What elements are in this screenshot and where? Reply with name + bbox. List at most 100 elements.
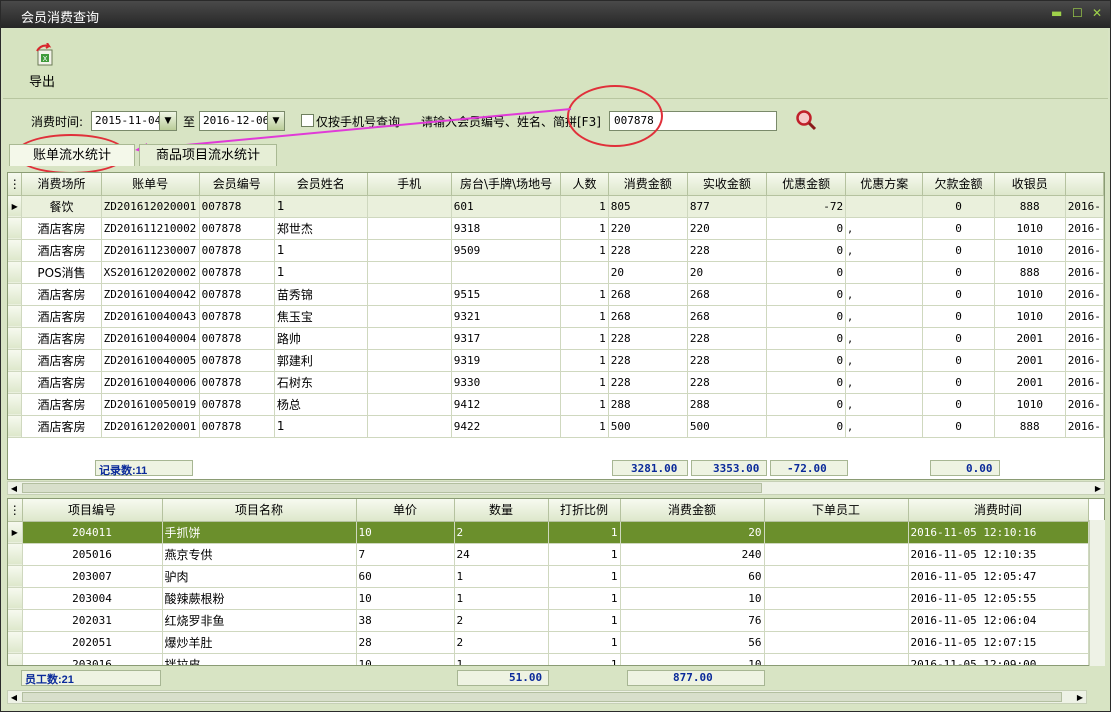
bills-cell[interactable]: 0 bbox=[766, 261, 847, 284]
bills-cell[interactable]: 228 bbox=[608, 349, 688, 372]
items-cell[interactable] bbox=[764, 521, 909, 544]
items-cell[interactable]: 1 bbox=[548, 609, 621, 632]
items-cell[interactable]: 1 bbox=[454, 565, 549, 588]
tab-bill-flow[interactable]: 账单流水统计 bbox=[9, 144, 135, 166]
bills-cell[interactable]: 9318 bbox=[451, 217, 562, 240]
bills-cell[interactable]: 007878 bbox=[199, 415, 275, 438]
bills-cell[interactable]: 2016- bbox=[1065, 217, 1104, 240]
bills-cell[interactable]: 酒店客房 bbox=[21, 415, 102, 438]
bills-cell[interactable]: 805 bbox=[608, 195, 688, 218]
bills-cell[interactable]: 9321 bbox=[451, 305, 562, 328]
bills-cell[interactable]: 1 bbox=[560, 305, 609, 328]
bills-cell[interactable] bbox=[367, 305, 452, 328]
bills-cell[interactable]: 郑世杰 bbox=[274, 217, 368, 240]
bills-row[interactable]: 酒店客房 ZD201610050019 007878 杨总 9412 1 288 288 0, 0… bbox=[8, 393, 1104, 416]
items-column-header[interactable]: 消费金额 bbox=[620, 499, 765, 522]
bills-cell[interactable]: -72 bbox=[766, 195, 847, 218]
bills-cell[interactable]: 2016- bbox=[1065, 327, 1104, 350]
bills-cell[interactable]: 0 bbox=[766, 283, 847, 306]
bills-cell[interactable]: 9330 bbox=[451, 371, 562, 394]
bills-cell[interactable]: 601 bbox=[451, 195, 562, 218]
bills-hscroll-thumb[interactable] bbox=[22, 483, 762, 493]
bills-row[interactable]: 酒店客房 ZD201610040042 007878 苗秀锦 9515 1 268 268 0,… bbox=[8, 283, 1104, 306]
items-cell[interactable]: 驴肉 bbox=[162, 565, 357, 588]
bills-cell[interactable]: ZD201610040043 bbox=[101, 305, 200, 328]
bills-cell[interactable]: ZD201610040042 bbox=[101, 283, 200, 306]
bills-cell[interactable]: 268 bbox=[608, 305, 688, 328]
items-cell[interactable]: 2016-11-05 12:07:15 bbox=[908, 631, 1089, 654]
bills-cell[interactable]: 228 bbox=[608, 239, 688, 262]
bills-cell[interactable]: 1010 bbox=[994, 305, 1066, 328]
bills-cell[interactable] bbox=[845, 195, 924, 218]
bills-cell[interactable]: 228 bbox=[687, 371, 768, 394]
bills-cell[interactable]: 1 bbox=[274, 261, 368, 284]
items-cell[interactable]: 2016-11-05 12:05:55 bbox=[908, 587, 1089, 610]
bills-cell[interactable]: 0 bbox=[766, 371, 847, 394]
bills-cell[interactable]: 888 bbox=[994, 261, 1066, 284]
bills-cell[interactable]: 2016- bbox=[1065, 349, 1104, 372]
bills-cell[interactable] bbox=[367, 393, 452, 416]
bills-cell[interactable]: 1 bbox=[560, 283, 609, 306]
bills-cell[interactable]: 1 bbox=[560, 239, 609, 262]
bills-column-header[interactable]: 消费金额 bbox=[608, 173, 688, 196]
items-cell[interactable]: 1 bbox=[454, 653, 549, 665]
bills-cell[interactable]: 007878 bbox=[199, 283, 275, 306]
bills-column-header[interactable]: 欠款金额 bbox=[922, 173, 995, 196]
items-column-header[interactable]: 消费时间 bbox=[908, 499, 1089, 522]
items-cell[interactable]: 1 bbox=[548, 653, 621, 665]
bills-cell[interactable] bbox=[367, 327, 452, 350]
bills-cell[interactable]: 888 bbox=[994, 415, 1066, 438]
items-cell[interactable]: 2 bbox=[454, 609, 549, 632]
bills-cell[interactable]: , bbox=[845, 371, 924, 394]
bills-row[interactable]: POS消售 XS201612020002 007878 1 20 20 0 0 888 2016- bbox=[8, 261, 1104, 284]
bills-cell[interactable]: 2001 bbox=[994, 349, 1066, 372]
bills-cell[interactable]: 228 bbox=[687, 239, 768, 262]
bills-column-header[interactable]: 人数 bbox=[560, 173, 609, 196]
bills-cell[interactable]: 2016- bbox=[1065, 415, 1104, 438]
items-cell[interactable]: 10 bbox=[620, 587, 765, 610]
bills-cell[interactable]: 9515 bbox=[451, 283, 562, 306]
items-cell[interactable] bbox=[764, 543, 909, 566]
bills-cell[interactable]: 007878 bbox=[199, 327, 275, 350]
items-cell[interactable]: 20 bbox=[620, 521, 765, 544]
bills-cell[interactable]: 268 bbox=[687, 305, 768, 328]
bills-cell[interactable]: 2001 bbox=[994, 327, 1066, 350]
bills-cell[interactable]: 220 bbox=[608, 217, 688, 240]
bills-cell[interactable]: 268 bbox=[608, 283, 688, 306]
search-icon[interactable] bbox=[795, 109, 817, 131]
items-cell[interactable]: 203016 bbox=[22, 653, 163, 665]
items-cell[interactable]: 燕京专供 bbox=[162, 543, 357, 566]
items-cell[interactable] bbox=[764, 653, 909, 665]
items-cell[interactable]: 10 bbox=[356, 653, 455, 665]
bills-cell[interactable]: 0 bbox=[922, 349, 995, 372]
bills-cell[interactable]: 0 bbox=[922, 195, 995, 218]
scroll-left-icon[interactable]: ◀ bbox=[8, 482, 20, 495]
bills-cell[interactable]: 007878 bbox=[199, 349, 275, 372]
bills-cell[interactable] bbox=[367, 261, 452, 284]
items-cell[interactable]: 24 bbox=[454, 543, 549, 566]
bills-cell[interactable]: 007878 bbox=[199, 217, 275, 240]
bills-cell[interactable]: 0 bbox=[766, 305, 847, 328]
export-button[interactable]: X 导出 bbox=[25, 41, 65, 93]
items-column-header[interactable]: 下单员工 bbox=[764, 499, 909, 522]
items-row[interactable]: 202051 爆炒羊肚 28 2 1 56 2016-11-05 12:07:15 bbox=[8, 631, 1089, 654]
items-row[interactable]: ▶ 204011 手抓饼 10 2 1 20 2016-11-05 12:10:16 bbox=[8, 521, 1089, 544]
items-cell[interactable]: 28 bbox=[356, 631, 455, 654]
bills-cell[interactable]: 288 bbox=[687, 393, 768, 416]
bills-cell[interactable]: 1 bbox=[560, 349, 609, 372]
items-cell[interactable]: 10 bbox=[620, 653, 765, 665]
bills-cell[interactable]: 1 bbox=[560, 393, 609, 416]
items-cell[interactable]: 202051 bbox=[22, 631, 163, 654]
bills-cell[interactable]: 餐饮 bbox=[21, 195, 102, 218]
bills-cell[interactable]: 220 bbox=[687, 217, 768, 240]
bills-cell[interactable]: XS201612020002 bbox=[101, 261, 200, 284]
bills-cell[interactable]: 228 bbox=[687, 327, 768, 350]
bills-cell[interactable]: 228 bbox=[608, 327, 688, 350]
bills-cell[interactable]: 20 bbox=[608, 261, 688, 284]
bills-cell[interactable]: 0 bbox=[922, 305, 995, 328]
bills-cell[interactable]: 郭建利 bbox=[274, 349, 368, 372]
items-cell[interactable]: 1 bbox=[548, 521, 621, 544]
items-cell[interactable]: 10 bbox=[356, 587, 455, 610]
items-cell[interactable]: 1 bbox=[548, 587, 621, 610]
bills-row[interactable]: ▶ 餐饮 ZD201612020001 007878 1 601 1 805 877 -72 0 88… bbox=[8, 195, 1104, 218]
